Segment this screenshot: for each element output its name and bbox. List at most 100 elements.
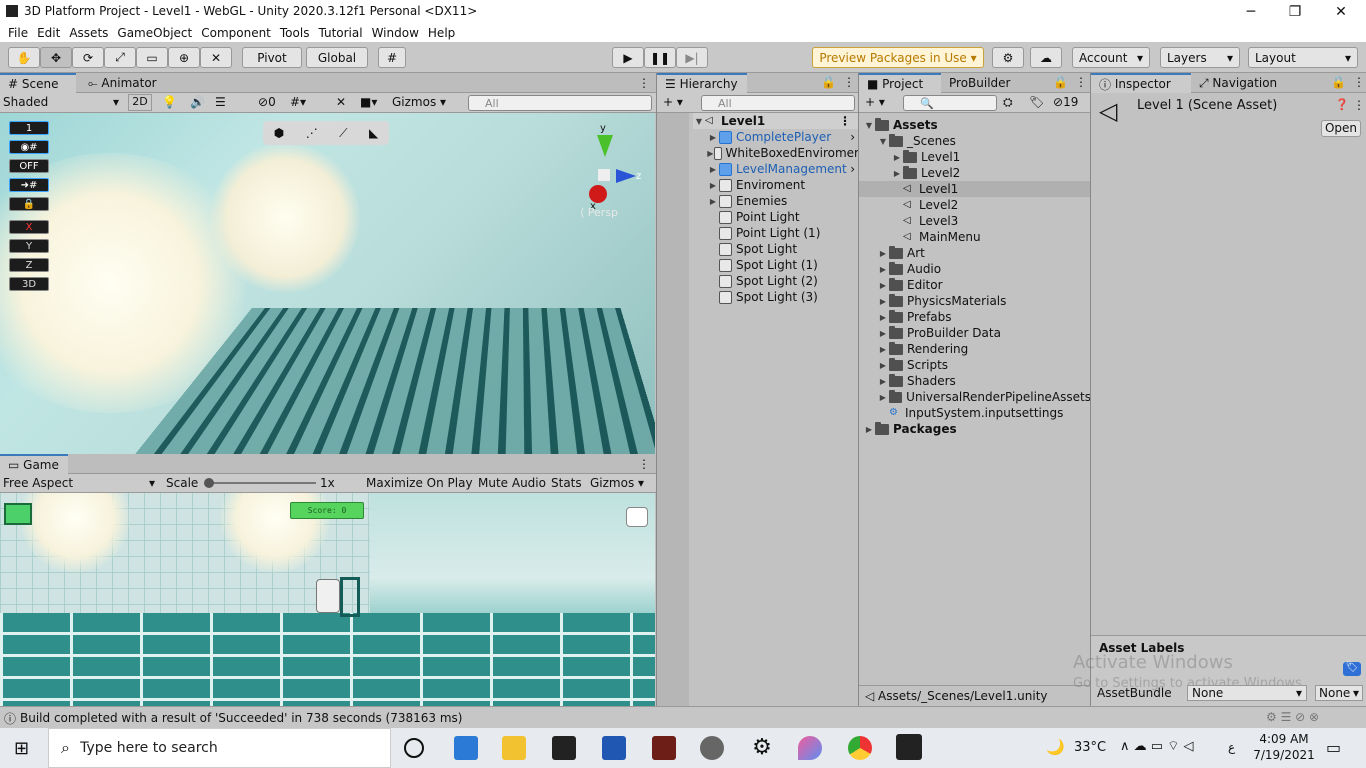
aspect-dropdown[interactable]: Free Aspect ▾ [3, 476, 159, 490]
gizmos-toggle[interactable]: Gizmos ▾ [590, 476, 644, 490]
hierarchy-item[interactable]: Spot Light (1) [707, 257, 859, 273]
z-axis-toggle[interactable]: Z [9, 258, 49, 272]
project-tree-item[interactable]: ▶ Editor [859, 277, 1091, 293]
kebab-menu-icon[interactable]: ⋮ [843, 75, 855, 89]
custom-tool-button[interactable]: ✕ [200, 47, 232, 68]
xbox-icon[interactable] [700, 736, 724, 760]
hierarchy-item[interactable]: ▶ CompletePlayer › [707, 129, 859, 145]
effects-icon[interactable]: ☰ [215, 95, 226, 109]
gizmo-center[interactable] [598, 169, 610, 181]
overlay-off-button[interactable]: OFF [9, 159, 49, 173]
transform-tool-button[interactable]: ⊕ [168, 47, 200, 68]
gizmos-dropdown[interactable]: Gizmos ▾ [392, 95, 446, 109]
maximize-button[interactable]: ❐ [1272, 0, 1318, 23]
project-tree-item[interactable]: ▼ Assets [859, 117, 1091, 133]
scene-gizmo[interactable]: y z x [576, 123, 642, 215]
snap-button[interactable]: # [378, 47, 406, 68]
kebab-menu-icon[interactable]: ⋮ [839, 114, 859, 128]
progress-icon[interactable]: ⚙ ☰ ⊘ ⊗ [1266, 710, 1319, 724]
step-button[interactable]: ▶| [676, 47, 708, 68]
mail-icon[interactable] [454, 736, 478, 760]
lighting-icon[interactable]: 💡 [162, 95, 177, 109]
lock-icon[interactable]: 🔒 [821, 75, 836, 89]
project-tree-item[interactable]: ▶ Art [859, 245, 1091, 261]
minimize-button[interactable]: ─ [1228, 0, 1274, 23]
tab-navigation[interactable]: ⤢ Navigation [1191, 73, 1285, 93]
expand-arrow-icon[interactable]: ▶ [877, 361, 889, 370]
project-search-input[interactable]: 🔍 [903, 95, 997, 111]
expand-arrow-icon[interactable]: ▶ [891, 169, 903, 178]
expand-arrow-icon[interactable]: ▶ [707, 165, 719, 174]
windows-start-icon[interactable]: ⊞ [14, 738, 29, 759]
expand-arrow-icon[interactable]: ▶ [891, 153, 903, 162]
project-tree-item[interactable]: ▶ Level2 [859, 165, 1091, 181]
mute-audio-toggle[interactable]: Mute Audio [478, 476, 546, 490]
menu-window[interactable]: Window [372, 26, 419, 40]
hierarchy-item[interactable]: Spot Light (3) [707, 289, 859, 305]
status-message[interactable]: Build completed with a result of 'Succee… [20, 711, 462, 725]
assetbundle-dropdown[interactable]: None ▾ [1187, 685, 1307, 701]
create-asset-button[interactable]: + ▾ [865, 95, 885, 109]
file-explorer-icon[interactable] [502, 736, 526, 760]
tab-animator[interactable]: ⟜ Animator [80, 73, 165, 93]
project-tree-item[interactable]: ◁ Level2 [859, 197, 1091, 213]
lock-icon[interactable]: 🔒 [9, 197, 49, 211]
audio-icon[interactable]: 🔊 [190, 95, 205, 109]
rect-tool-button[interactable]: ▭ [136, 47, 168, 68]
project-tree-item[interactable]: ▶ PhysicsMaterials [859, 293, 1091, 309]
expand-arrow-icon[interactable]: ▶ [877, 329, 889, 338]
hierarchy-item[interactable]: ▶ WhiteBoxedEnviromer [707, 145, 859, 161]
expand-arrow-icon[interactable]: ▶ [877, 281, 889, 290]
menu-component[interactable]: Component [201, 26, 271, 40]
input-language[interactable]: ع [1228, 740, 1235, 754]
tab-scene[interactable]: # Scene [0, 73, 76, 93]
expand-arrow-icon[interactable]: ▶ [863, 425, 875, 434]
pause-button[interactable]: ❚❚ [644, 47, 676, 68]
project-tree-item[interactable]: ▼ _Scenes [859, 133, 1091, 149]
epic-games-icon[interactable] [552, 736, 576, 760]
layout-dropdown[interactable]: Layout ▾ [1248, 47, 1358, 68]
game-viewport[interactable]: Score: 0 [0, 493, 655, 706]
scale-tool-button[interactable]: ⤢ [104, 47, 136, 68]
expand-arrow-icon[interactable]: ▶ [877, 265, 889, 274]
expand-arrow-icon[interactable]: ▶ [707, 197, 719, 206]
clock-date[interactable]: 7/19/2021 [1252, 748, 1316, 762]
expand-arrow-icon[interactable]: ▼ [693, 117, 705, 126]
y-axis-cone[interactable] [597, 135, 613, 157]
clock-time[interactable]: 4:09 AM [1254, 732, 1314, 746]
preview-packages-button[interactable]: Preview Packages in Use ▾ [812, 47, 984, 68]
account-dropdown[interactable]: Account ▾ [1072, 47, 1150, 68]
kebab-menu-icon[interactable]: ⋮ [1075, 75, 1087, 89]
move-tool-button[interactable]: ✥ [40, 47, 72, 68]
menu-tools[interactable]: Tools [280, 26, 310, 40]
shading-dropdown[interactable]: Shaded ▾ [3, 95, 119, 109]
project-tree-item[interactable]: ▶ Audio [859, 261, 1091, 277]
project-tree-item[interactable]: ◁ Level3 [859, 213, 1091, 229]
expand-arrow-icon[interactable]: ▶ [877, 313, 889, 322]
project-tree-item[interactable]: ◁ Level1 [859, 181, 1091, 197]
visibility-icon[interactable]: ◉# [9, 140, 49, 154]
menu-assets[interactable]: Assets [69, 26, 108, 40]
scene-viewport[interactable]: ⬢ ⋰ ⟋ ◣ y z x ⟨ Persp 1 ◉# OFF ➜# 🔒 X Y Z 3… [0, 113, 655, 454]
menu-gameobject[interactable]: GameObject [117, 26, 192, 40]
hierarchy-item[interactable]: ▶ Enviroment [707, 177, 859, 193]
hierarchy-scene-row[interactable]: ▼ ◁ Level1 ⋮ [693, 113, 859, 129]
hierarchy-item[interactable]: Point Light [707, 209, 859, 225]
probuilder-overlay[interactable]: ⬢ ⋰ ⟋ ◣ [263, 121, 389, 145]
project-tree-item[interactable]: ▶ UniversalRenderPipelineAssets [859, 389, 1091, 405]
tab-inspector[interactable]: ⓘ Inspector [1091, 73, 1191, 93]
unity-taskbar-icon[interactable] [896, 734, 922, 760]
2d-toggle[interactable]: 2D [128, 94, 152, 111]
expand-arrow-icon[interactable]: ▶ [877, 377, 889, 386]
expand-arrow-icon[interactable]: ▶ [707, 181, 719, 190]
global-toggle[interactable]: Global [306, 47, 368, 68]
hidden-packages-toggle[interactable]: ⊘19 [1053, 95, 1078, 109]
tab-probuilder[interactable]: ProBuilder [941, 73, 1018, 93]
3d-toggle[interactable]: 3D [9, 277, 49, 291]
expand-arrow-icon[interactable]: ▶ [707, 133, 719, 142]
x-axis-toggle[interactable]: X [9, 220, 49, 234]
hierarchy-item[interactable]: Spot Light [707, 241, 859, 257]
camera-icon[interactable]: ■▾ [360, 95, 377, 109]
services-button[interactable]: ⚙ [992, 47, 1024, 68]
variant-dropdown[interactable]: None ▾ [1315, 685, 1363, 701]
